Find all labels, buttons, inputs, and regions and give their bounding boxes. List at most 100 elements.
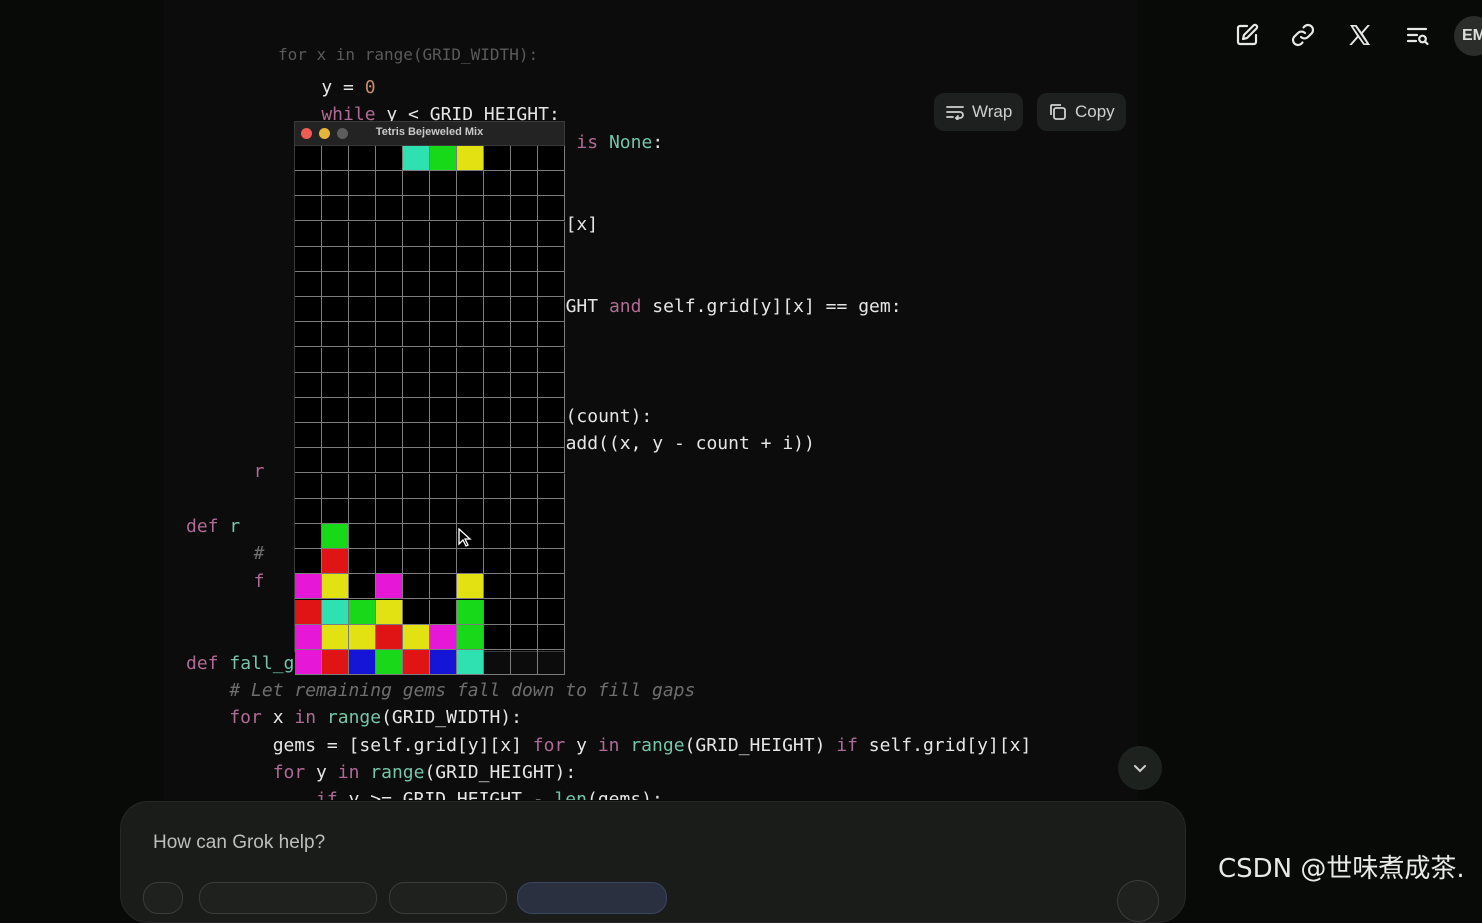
grid-cell (430, 498, 457, 524)
link-icon[interactable] (1286, 18, 1320, 52)
grid-cell (538, 498, 565, 524)
grid-cell (349, 246, 376, 272)
grid-cell (403, 347, 430, 373)
grid-cell (511, 448, 538, 474)
wrap-button[interactable]: Wrap (934, 93, 1024, 131)
code-token: for (186, 762, 306, 783)
grid-cell (376, 574, 403, 600)
grid-cell (511, 498, 538, 524)
code-token: self.grid[y][x] (857, 735, 1032, 756)
grid-cell (376, 171, 403, 197)
code-token: for (186, 707, 262, 728)
game-board[interactable] (295, 146, 565, 675)
prompt-input[interactable]: How can Grok help? (153, 832, 325, 854)
grid-cell (403, 146, 430, 171)
code-line: y = 0 (278, 74, 375, 101)
game-titlebar[interactable]: Tetris Bejeweled Mix (295, 122, 564, 146)
grid-cell (511, 473, 538, 499)
grid-cell (295, 196, 322, 222)
grid-cell (511, 347, 538, 373)
grid-cell (457, 372, 484, 398)
grid-cell (403, 372, 430, 398)
grid-cell (376, 322, 403, 348)
grid-cell (538, 574, 565, 600)
grid-cell (484, 221, 511, 247)
grid-cell (295, 297, 322, 323)
input-option-pill[interactable] (389, 882, 507, 914)
code-token: self.grid[y][x] == gem: (641, 296, 902, 317)
grid-cell (457, 498, 484, 524)
grid-cell (538, 624, 565, 650)
grid-cell (511, 599, 538, 625)
grid-cell (457, 398, 484, 423)
input-option-pill[interactable] (517, 882, 667, 914)
grid-cell (349, 322, 376, 348)
x-logo-icon[interactable] (1343, 18, 1377, 52)
grid-cell (484, 498, 511, 524)
grid-cell (430, 624, 457, 650)
grid-cell (295, 473, 322, 499)
grid-cell (295, 347, 322, 373)
prompt-input-bar[interactable]: How can Grok help? (120, 801, 1186, 923)
grid-cell (322, 524, 349, 549)
grid-cell (349, 297, 376, 323)
grid-cell (403, 423, 430, 449)
submit-button[interactable] (1117, 880, 1159, 922)
grid-cell (484, 322, 511, 348)
grid-cell (322, 448, 349, 474)
grid-cell (538, 473, 565, 499)
code-line: for y in range(GRID_HEIGHT): (186, 759, 576, 786)
grid-cell (295, 372, 322, 398)
code-token: y (305, 762, 338, 783)
grid-cell (295, 599, 322, 625)
grid-cell (349, 146, 376, 171)
grid-cell (376, 272, 403, 297)
grid-cell (538, 423, 565, 449)
grid-cell (511, 221, 538, 247)
avatar[interactable]: EM (1454, 16, 1482, 56)
grid-cell (322, 473, 349, 499)
game-window[interactable]: Tetris Bejeweled Mix (294, 121, 565, 675)
grid-cell (322, 599, 349, 625)
attach-button[interactable] (143, 882, 183, 914)
code-token: if (186, 789, 338, 800)
code-token: in (597, 735, 620, 756)
grid-cell (376, 524, 403, 549)
edit-icon[interactable] (1230, 18, 1264, 52)
code-line: if y >= GRID_HEIGHT - len(gems): (186, 786, 663, 800)
grid-cell (322, 196, 349, 222)
copy-button[interactable]: Copy (1037, 93, 1126, 131)
search-list-icon[interactable] (1400, 18, 1434, 52)
grid-cell (376, 549, 403, 575)
grid-cell (403, 398, 430, 423)
grid-cell (322, 549, 349, 575)
grid-cell (295, 574, 322, 600)
grid-cell (484, 524, 511, 549)
grid-cell (322, 297, 349, 323)
grid-cell (376, 650, 403, 675)
scroll-down-button[interactable] (1118, 746, 1162, 790)
grid-cell (511, 246, 538, 272)
grid-cell (349, 624, 376, 650)
grid-cell (457, 624, 484, 650)
grid-cell (511, 624, 538, 650)
code-token: if (836, 735, 858, 756)
chevron-down-icon (1134, 765, 1146, 773)
grid-cell (484, 372, 511, 398)
grid-cell (403, 196, 430, 222)
grid-cell (295, 650, 322, 675)
grid-cell (430, 423, 457, 449)
grid-cell (457, 574, 484, 600)
grid-cell (511, 372, 538, 398)
grid-cell (538, 448, 565, 474)
grid-cell (430, 146, 457, 171)
grid-cell (430, 221, 457, 247)
code-token: (count): (565, 406, 653, 427)
grid-cell (322, 574, 349, 600)
grid-cell (403, 599, 430, 625)
input-option-pill[interactable] (199, 882, 377, 914)
